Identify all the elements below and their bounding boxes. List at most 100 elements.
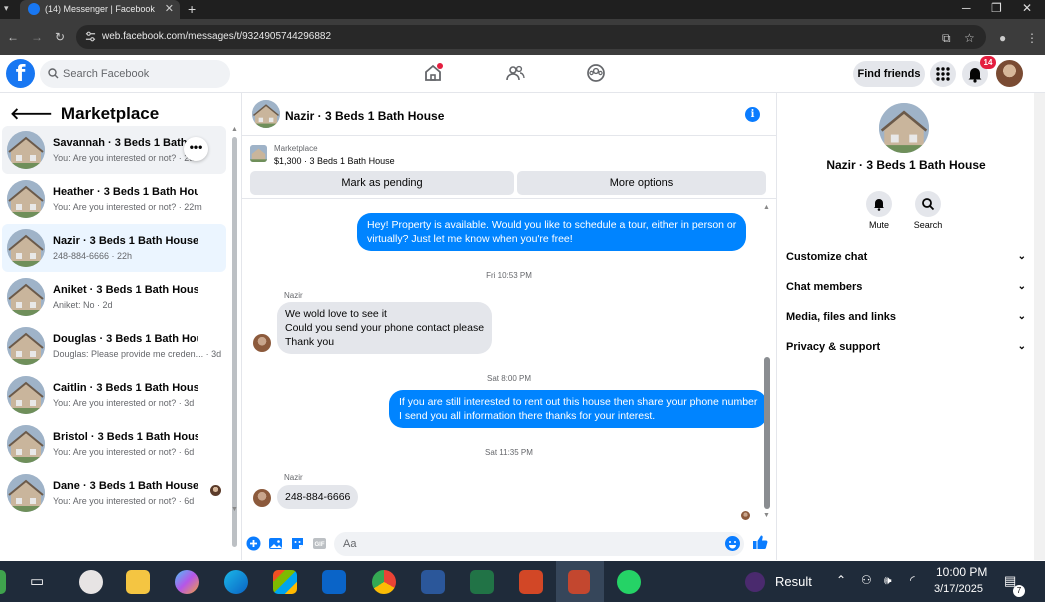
outgoing-message[interactable]: If you are still interested to rent out … (389, 390, 768, 428)
cast-icon[interactable]: ⧉ (942, 31, 951, 46)
incoming-message[interactable]: We wold love to see it Could you send yo… (277, 302, 493, 354)
chat-item-nazir[interactable]: Nazir · 3 Beds 1 Bath House 248-884-6666… (2, 224, 226, 272)
sticker-icon[interactable] (290, 536, 305, 551)
widgets-icon[interactable] (0, 570, 6, 594)
clock-date[interactable]: 3/17/2025 (934, 583, 983, 595)
thumbs-up-icon[interactable] (752, 534, 768, 550)
conversation-thumbnail[interactable] (252, 100, 280, 128)
snipping-tool-icon[interactable] (568, 570, 590, 594)
address-bar[interactable]: web.facebook.com/messages/t/932490574429… (76, 25, 986, 49)
task-view-icon[interactable]: ▭ (30, 572, 54, 596)
chat-snippet: Aniket: No · 2d (53, 300, 113, 310)
camera-tray-icon[interactable]: ⚇ (861, 573, 872, 587)
tab-search-icon[interactable]: ▾ (4, 3, 16, 15)
chat-item-bristol[interactable]: Bristol · 3 Beds 1 Bath House You: Are y… (2, 420, 226, 468)
listing-price-title[interactable]: $1,300 · 3 Beds 1 Bath House (274, 156, 395, 166)
more-options-button[interactable]: More options (517, 171, 766, 195)
house-thumbnail (7, 327, 45, 365)
plus-circle-icon[interactable] (246, 536, 261, 551)
microsoft-store-icon[interactable] (273, 570, 297, 594)
thread-scroll-up-icon[interactable]: ▲ (763, 204, 770, 211)
home-icon[interactable] (423, 63, 443, 83)
message-line: Thank you (285, 336, 335, 348)
page-scrollbar[interactable] (1034, 93, 1045, 560)
sender-avatar[interactable] (253, 334, 271, 352)
menu-grid-button[interactable] (930, 61, 956, 87)
read-receipt-avatar (210, 485, 221, 496)
browser-tab[interactable]: (14) Messenger | Facebook ✕ (20, 0, 180, 19)
chat-item-douglas[interactable]: Douglas · 3 Beds 1 Bath House Douglas: P… (2, 322, 226, 370)
paint-app-icon[interactable] (79, 570, 103, 594)
friends-icon[interactable] (505, 63, 525, 83)
new-tab-button[interactable]: + (188, 1, 196, 17)
wifi-icon[interactable]: ◜ (910, 573, 915, 587)
thread-scrollbar[interactable] (764, 357, 770, 509)
browser-menu-icon[interactable]: ⋮ (1026, 31, 1038, 45)
outgoing-message[interactable]: Hey! Property is available. Would you li… (357, 213, 747, 251)
word-icon[interactable] (421, 570, 445, 594)
chat-more-options-button[interactable]: ••• (184, 137, 208, 161)
profile-avatar[interactable] (996, 60, 1023, 87)
scroll-up-arrow-icon[interactable]: ▲ (231, 126, 238, 133)
close-window-icon[interactable]: ✕ (1022, 1, 1032, 15)
sender-avatar[interactable] (253, 489, 271, 507)
thread-scroll-down-icon[interactable]: ▼ (763, 512, 770, 519)
chat-list-scrollbar[interactable] (232, 137, 237, 547)
privacy-support-row[interactable]: Privacy & support ⌄ (786, 341, 1026, 361)
message-line: Could you send your phone contact please (285, 322, 485, 334)
chat-members-row[interactable]: Chat members ⌄ (786, 281, 1026, 301)
site-info-icon[interactable] (85, 31, 96, 42)
info-icon[interactable]: i (745, 107, 760, 122)
media-files-links-row[interactable]: Media, files and links ⌄ (786, 311, 1026, 331)
photo-icon[interactable] (268, 536, 283, 551)
result-app-icon[interactable] (745, 572, 765, 592)
reload-icon[interactable]: ↻ (55, 30, 65, 44)
chat-item-dane[interactable]: Dane · 3 Beds 1 Bath House You: Are you … (2, 469, 226, 517)
marketplace-chat-list: 🡐 Marketplace Savannah · 3 Beds 1 Bath Ho… (0, 93, 242, 560)
bookmark-star-icon[interactable]: ☆ (964, 31, 975, 45)
copilot-icon[interactable] (175, 570, 199, 594)
message-input[interactable]: Aa (334, 532, 744, 556)
groups-icon[interactable] (586, 63, 606, 83)
facebook-logo[interactable]: f (6, 59, 35, 88)
mute-button[interactable] (866, 191, 892, 217)
tray-chevron-up-icon[interactable]: ⌃ (836, 573, 846, 587)
volume-icon[interactable]: 🕪 (884, 573, 892, 588)
edge-browser-icon[interactable] (224, 570, 248, 594)
listing-thumbnail[interactable] (250, 145, 267, 162)
whatsapp-icon[interactable] (617, 570, 641, 594)
chat-item-heather[interactable]: Heather · 3 Beds 1 Bath House You: Are y… (2, 175, 226, 223)
gif-icon[interactable]: GIF (312, 536, 327, 551)
conversation-title[interactable]: Nazir · 3 Beds 1 Bath House (285, 109, 444, 123)
message-line: virtually? Just let me know when you're … (367, 233, 573, 245)
chat-item-savannah[interactable]: Savannah · 3 Beds 1 Bath House You: Are … (2, 126, 226, 174)
close-tab-icon[interactable]: ✕ (165, 2, 174, 15)
back-icon[interactable]: ← (7, 30, 19, 44)
facebook-search-input[interactable]: Search Facebook (40, 60, 230, 88)
powerpoint-icon[interactable] (519, 570, 543, 594)
chat-item-caitlin[interactable]: Caitlin · 3 Beds 1 Bath House You: Are y… (2, 371, 226, 419)
scroll-down-arrow-icon[interactable]: ▼ (231, 506, 238, 513)
customize-chat-row[interactable]: Customize chat ⌄ (786, 251, 1026, 271)
chrome-icon[interactable] (372, 570, 396, 594)
search-conversation-button[interactable] (915, 191, 941, 217)
grid-icon (936, 67, 950, 81)
details-thumbnail[interactable] (879, 103, 929, 153)
file-explorer-icon[interactable] (126, 570, 150, 594)
maximize-icon[interactable]: ❐ (991, 1, 1002, 15)
minimize-icon[interactable]: ─ (962, 1, 971, 15)
chat-item-aniket[interactable]: Aniket · 3 Beds 1 Bath House Aniket: No … (2, 273, 226, 321)
clock-time[interactable]: 10:00 PM (936, 565, 987, 579)
outlook-icon[interactable] (322, 570, 346, 594)
profile-icon[interactable]: ● (999, 31, 1006, 45)
back-arrow-icon[interactable]: 🡐 (10, 103, 53, 124)
incoming-message[interactable]: 248-884-6666 (277, 485, 359, 509)
excel-icon[interactable] (470, 570, 494, 594)
forward-icon[interactable]: → (31, 30, 43, 44)
chat-name: Heather · 3 Beds 1 Bath House (53, 186, 198, 198)
result-label[interactable]: Result (775, 574, 812, 589)
find-friends-button[interactable]: Find friends (853, 61, 925, 87)
marketplace-label: Marketplace (274, 144, 318, 153)
emoji-icon[interactable] (725, 536, 740, 551)
mark-as-pending-button[interactable]: Mark as pending (250, 171, 514, 195)
